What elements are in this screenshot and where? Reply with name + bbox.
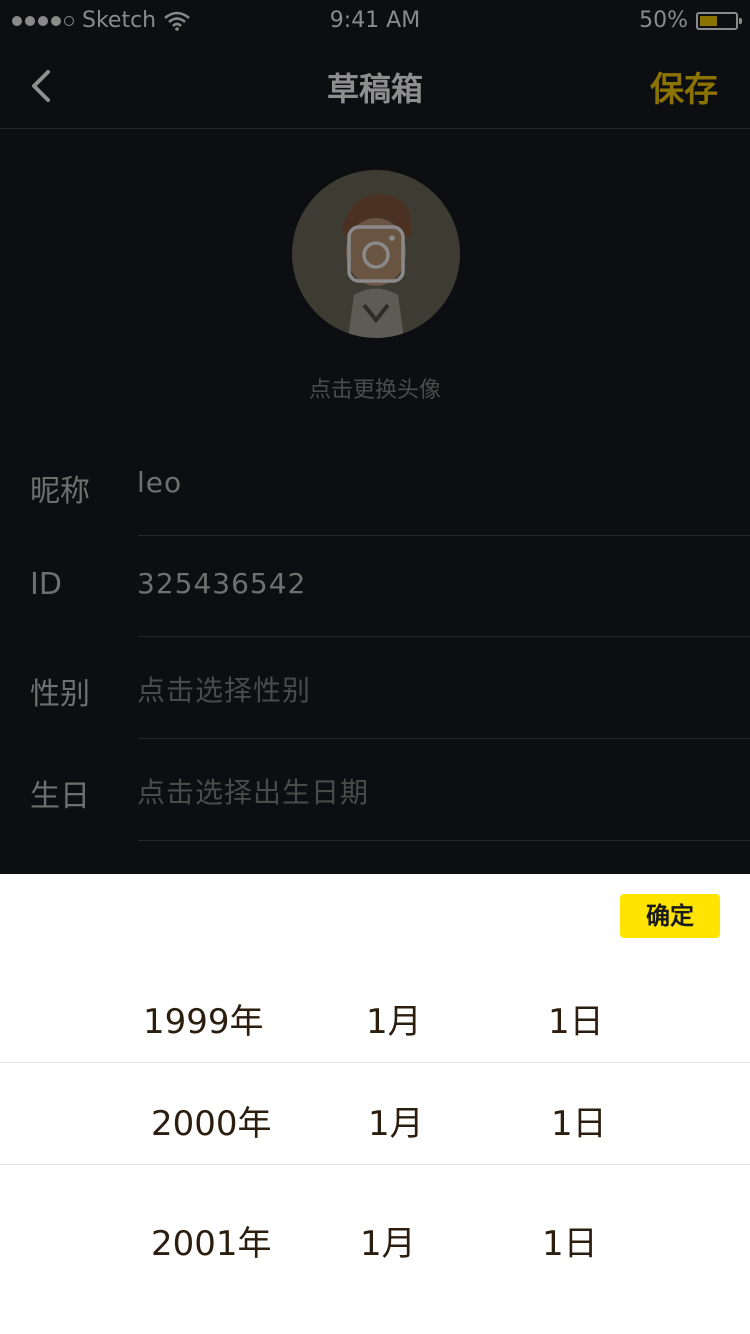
picker-year[interactable]: 2001年 — [151, 1216, 272, 1265]
gender-row[interactable]: 性别 点击选择性别 — [0, 637, 750, 739]
page-title: 草稿箱 — [326, 70, 423, 108]
battery-group: 50% — [639, 8, 742, 33]
gender-placeholder[interactable]: 点击选择性别 — [137, 669, 311, 709]
birthday-label: 生日 — [30, 779, 90, 814]
birthday-row[interactable]: 生日 点击选择出生日期 — [0, 739, 750, 841]
battery-percent: 50% — [639, 8, 688, 33]
nickname-label: 昵称 — [30, 474, 90, 509]
nickname-value[interactable]: leo — [137, 466, 182, 499]
picker-day-selected[interactable]: 1日 — [551, 1096, 607, 1145]
birthday-placeholder[interactable]: 点击选择出生日期 — [137, 771, 369, 811]
id-label: ID — [30, 567, 62, 602]
picker-month[interactable]: 1月 — [360, 1216, 416, 1265]
picker-month[interactable]: 1月 — [366, 994, 422, 1043]
divider — [138, 840, 750, 841]
battery-fill — [700, 15, 717, 26]
picker-selection-bottom-line — [0, 1164, 750, 1165]
picker-selection-top-line — [0, 1062, 750, 1063]
battery-icon — [696, 11, 742, 30]
id-row: ID 325436542 — [0, 535, 750, 637]
save-button[interactable]: 保存 — [650, 62, 718, 111]
change-avatar-hint[interactable]: 点击更换头像 — [0, 372, 750, 404]
confirm-button[interactable]: 确定 — [620, 894, 720, 938]
picker-year-selected[interactable]: 2000年 — [151, 1096, 272, 1145]
gender-label: 性别 — [30, 677, 90, 712]
nickname-row[interactable]: 昵称 leo — [0, 434, 750, 536]
picker-year[interactable]: 1999年 — [143, 994, 264, 1043]
navigation-bar: 草稿箱 保存 — [0, 44, 750, 129]
date-picker-sheet: 确定 1999年 1月 1日 2000年 1月 1日 2001年 1月 1日 — [0, 874, 750, 1334]
picker-month-selected[interactable]: 1月 — [368, 1096, 424, 1145]
picker-day[interactable]: 1日 — [542, 1216, 598, 1265]
id-value: 325436542 — [137, 567, 307, 600]
status-time: 9:41 AM — [329, 8, 421, 33]
status-bar: Sketch 9:41 AM 50% — [0, 0, 750, 44]
camera-icon — [347, 225, 405, 283]
picker-day[interactable]: 1日 — [548, 994, 604, 1043]
